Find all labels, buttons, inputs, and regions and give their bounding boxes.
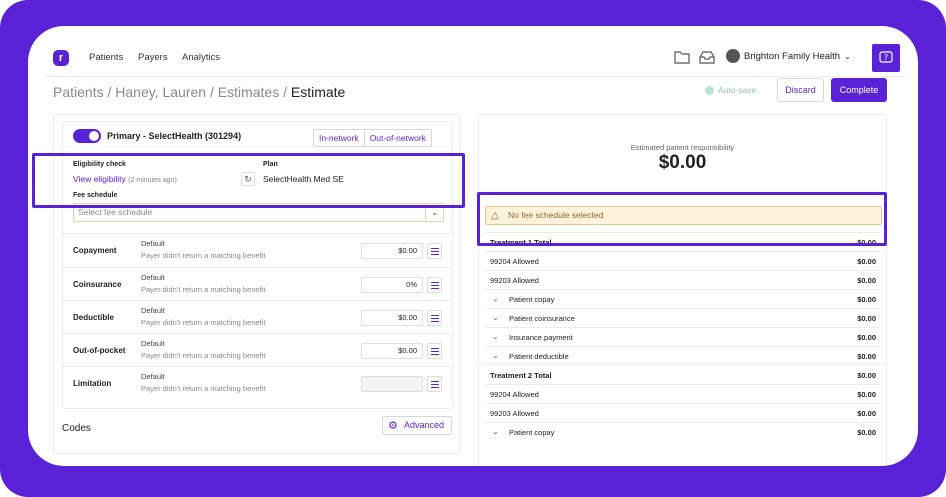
list-icon[interactable] <box>427 343 442 359</box>
chevron-down-icon: ⌄ <box>492 294 499 303</box>
table-row: 99203 Allowed $0.00 <box>486 270 880 289</box>
list-icon[interactable] <box>427 277 442 293</box>
network-toggle: In-network Out-of-network <box>313 129 432 147</box>
highlight-warning <box>477 192 887 246</box>
chevron-down-icon: ⌄ <box>492 427 499 436</box>
breadcrumb: Patients / Haney, Lauren / Estimates / E… <box>53 84 345 100</box>
benefit-value-input[interactable] <box>361 376 423 392</box>
advanced-button[interactable]: ⚙ Advanced <box>382 416 452 435</box>
table-row: 99203 Allowed $0.00 <box>486 403 880 422</box>
table-row: 99204 Allowed $0.00 <box>486 384 880 403</box>
help-icon: ? <box>879 51 893 63</box>
benefit-row-copayment: Copayment Default Payer didn't return a … <box>63 233 452 266</box>
table-row: Treatment 2 Total $0.00 <box>486 365 880 384</box>
benefit-value-input[interactable]: $0.00 <box>361 310 423 326</box>
folder-icon[interactable] <box>674 50 690 64</box>
avatar <box>726 49 740 63</box>
chevron-down-icon: ⌄ <box>492 313 499 322</box>
nav-link-payers[interactable]: Payers <box>138 52 168 63</box>
table-row[interactable]: ⌄ Patient copay $0.00 <box>486 422 880 441</box>
codes-heading: Codes <box>62 423 91 434</box>
nav-link-analytics[interactable]: Analytics <box>182 52 220 63</box>
org-name: Brighton Family Health <box>744 50 841 62</box>
benefit-value-input[interactable]: $0.00 <box>361 343 423 359</box>
table-row[interactable]: ⌄ Patient coinsurance $0.00 <box>486 308 880 327</box>
benefit-row-deductible: Deductible Default Payer didn't return a… <box>63 300 452 333</box>
autosave-label: Auto-save <box>718 85 757 95</box>
benefit-value-input[interactable]: 0% <box>361 277 423 293</box>
highlight-fee-schedule <box>32 153 465 208</box>
complete-button[interactable]: Complete <box>831 78 887 102</box>
benefit-row-out-of-pocket: Out-of-pocket Default Payer didn't retur… <box>63 333 452 366</box>
table-row[interactable]: ⌄ Insurance payment $0.00 <box>486 327 880 346</box>
inbox-icon[interactable] <box>699 50 715 64</box>
gear-icon: ⚙ <box>388 420 398 432</box>
autosave-toggle-icon <box>705 85 714 95</box>
table-row[interactable]: ⌄ Patient copay $0.00 <box>486 289 880 308</box>
out-of-network-option[interactable]: Out-of-network <box>363 130 431 146</box>
top-nav: r Patients Payers Analytics Brighton Fam… <box>28 40 918 76</box>
chevron-down-icon: ⌄ <box>844 51 851 61</box>
nav-link-patients[interactable]: Patients <box>89 52 123 63</box>
help-button[interactable]: ? <box>872 44 900 72</box>
chevron-down-icon: ⌄ <box>492 351 499 360</box>
nav-divider <box>46 76 906 77</box>
list-icon[interactable] <box>427 243 442 259</box>
app-window: r Patients Payers Analytics Brighton Fam… <box>28 26 918 466</box>
benefit-row-coinsurance: Coinsurance Default Payer didn't return … <box>63 267 452 300</box>
primary-toggle[interactable] <box>73 129 101 143</box>
svg-text:?: ? <box>884 53 888 62</box>
list-icon[interactable] <box>427 310 442 326</box>
table-row[interactable]: ⌄ Patient deductible $0.00 <box>486 346 880 365</box>
table-row: 99204 Allowed $0.00 <box>486 251 880 270</box>
list-icon[interactable] <box>427 376 442 392</box>
autosave-indicator[interactable]: Auto-save <box>705 85 756 95</box>
chevron-down-icon: ⌄ <box>492 332 499 341</box>
org-switcher[interactable]: Brighton Family Health ⌄ <box>726 49 851 63</box>
breadcrumb-current: Estimate <box>290 84 346 100</box>
estimate-label: Estimated patient responsibility <box>630 143 735 152</box>
breadcrumb-path[interactable]: Patients / Haney, Lauren / Estimates / <box>53 84 291 100</box>
app-logo[interactable]: r <box>53 50 69 66</box>
in-network-option[interactable]: In-network <box>314 130 364 146</box>
primary-coverage-label: Primary - SelectHealth (301294) <box>107 131 242 141</box>
benefit-row-limitation: Limitation Default Payer didn't return a… <box>63 366 452 399</box>
estimate-value: $0.00 <box>658 152 707 173</box>
discard-button[interactable]: Discard <box>777 78 824 102</box>
benefit-value-input[interactable]: $0.00 <box>361 243 423 259</box>
